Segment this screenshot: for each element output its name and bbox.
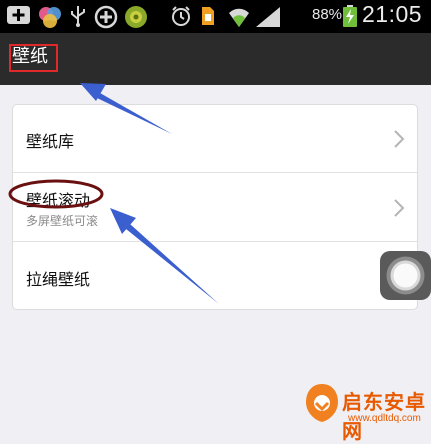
chevron-right-icon (394, 130, 405, 148)
chevron-right-icon (394, 199, 405, 217)
add-icon (7, 6, 30, 24)
clock: 21:05 (362, 1, 423, 27)
list-item-sublabel: 多屏壁纸可滚 (26, 214, 99, 228)
list-item-pull-rope-wallpaper[interactable]: 拉绳壁纸 (13, 242, 417, 309)
assistive-touch-button[interactable] (380, 251, 431, 300)
sim-icon (202, 7, 214, 25)
signal-icon (256, 7, 280, 27)
list-item-label: 拉绳壁纸 (26, 270, 91, 289)
settings-list: 壁纸库 壁纸滚动 多屏壁纸可滚 拉绳壁纸 (12, 104, 418, 310)
list-item-label: 壁纸滚动 (26, 191, 91, 210)
watermark-url: www.qdltdq.com (348, 413, 421, 424)
watermark-logo-icon (306, 384, 338, 422)
media-icon (39, 7, 61, 28)
battery-percent: 88% (312, 6, 343, 23)
battery-charging-icon (343, 5, 357, 27)
status-bar: 88% 21:05 (0, 0, 431, 33)
alarm-icon (172, 6, 190, 26)
assistive-touch-icon (386, 256, 425, 295)
list-item-wallpaper-library[interactable]: 壁纸库 (13, 105, 417, 173)
list-item-label: 壁纸库 (26, 132, 75, 151)
app-icon (125, 6, 147, 28)
page-title[interactable]: 壁纸 (12, 45, 48, 69)
add-circle-icon (94, 5, 118, 29)
usb-icon (71, 6, 85, 27)
title-bar: 壁纸 (0, 33, 431, 85)
wifi-icon (229, 8, 249, 27)
list-item-wallpaper-scroll[interactable]: 壁纸滚动 多屏壁纸可滚 (13, 173, 417, 242)
